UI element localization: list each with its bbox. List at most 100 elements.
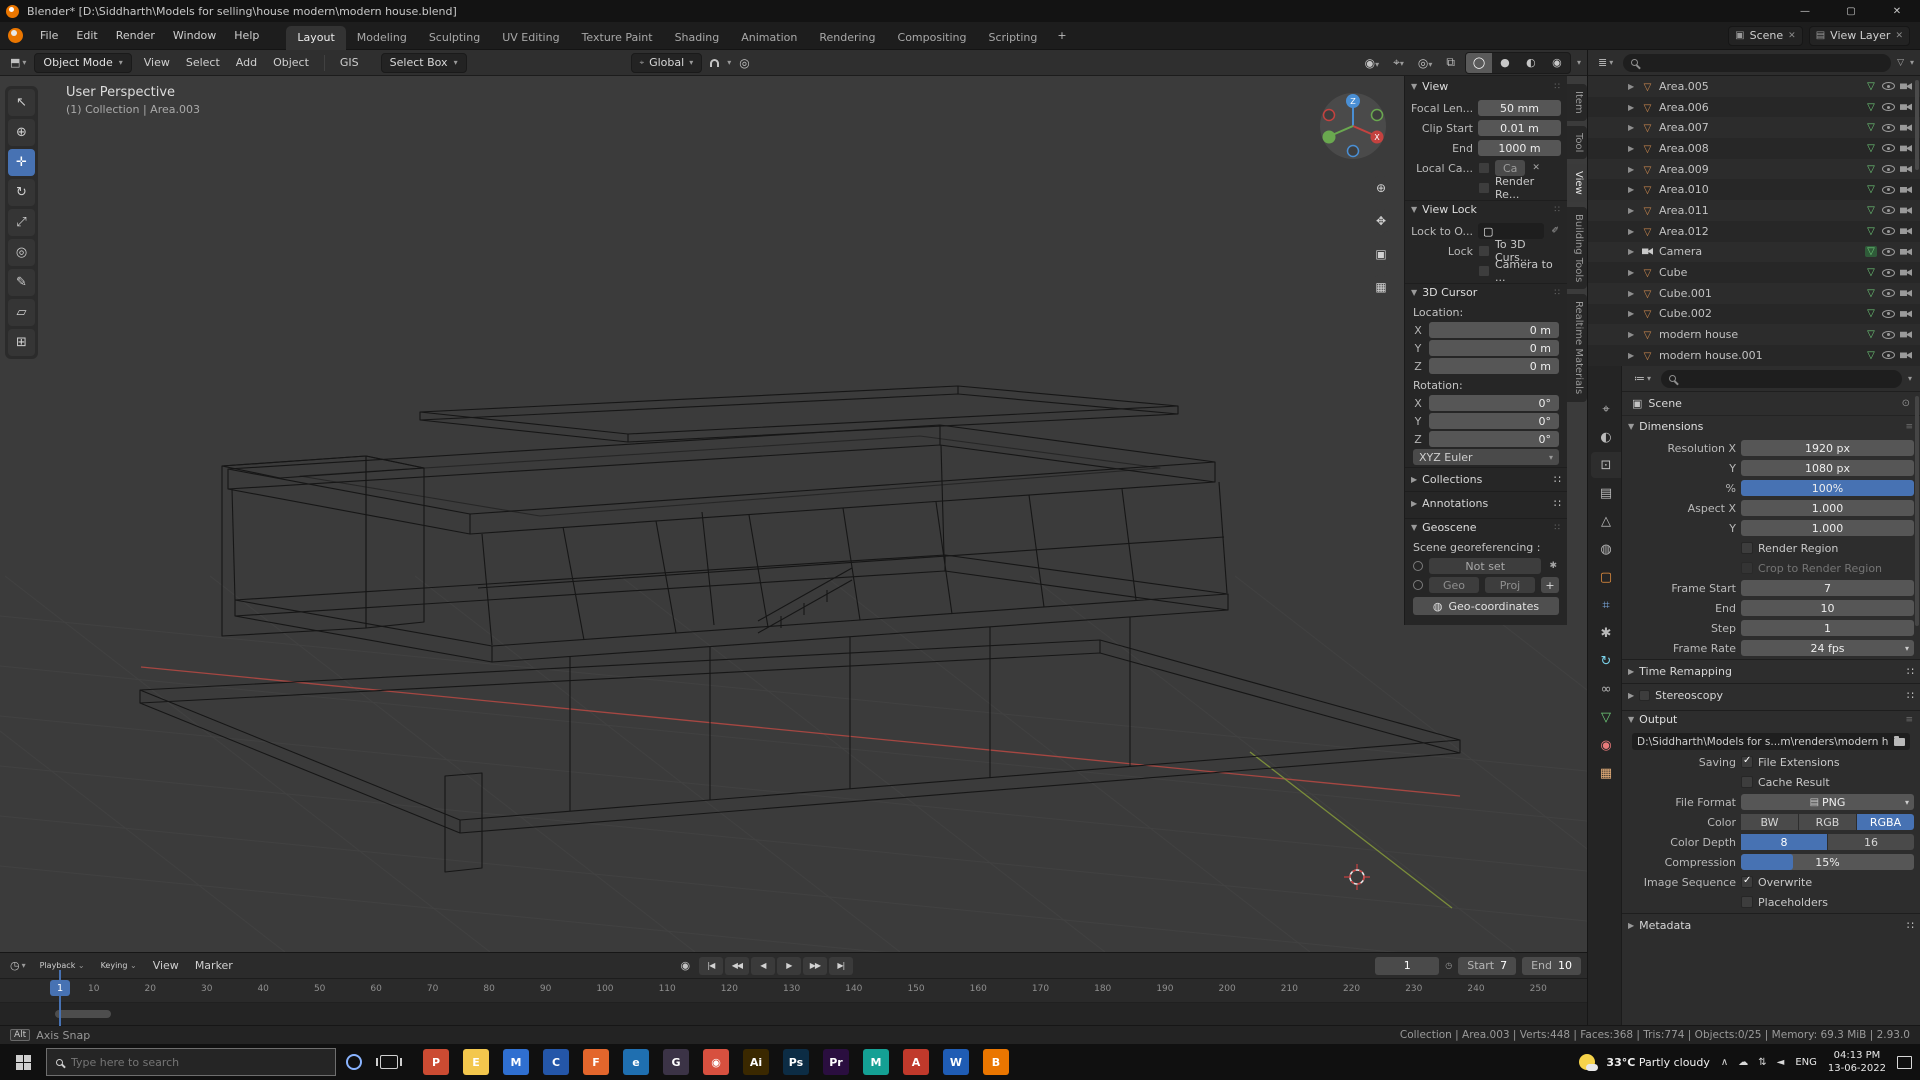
properties-tab[interactable]: △ [1591,508,1621,534]
tool-button[interactable]: ✛ [8,149,35,176]
remove-view-layer-icon[interactable]: ✕ [1895,31,1903,41]
disable-in-render-icon[interactable] [1900,351,1912,359]
tool-button[interactable]: ✎ [8,269,35,296]
xray-toggle-icon[interactable]: ⧉ [1442,55,1459,70]
properties-tab[interactable]: ↻ [1591,648,1621,674]
expand-arrow-icon[interactable]: ▶ [1628,103,1636,112]
proj-radio[interactable] [1413,580,1423,590]
value-field[interactable]: 0.01 m [1478,120,1561,136]
georef-radio[interactable] [1413,561,1423,571]
workspace-tab[interactable]: Modeling [346,26,418,50]
disable-in-render-icon[interactable] [1900,331,1912,338]
properties-tab[interactable]: ⌖ [1591,396,1621,422]
show-overlays-icon[interactable]: ◎▾ [1414,56,1437,70]
gis-menu[interactable]: GIS [332,50,367,76]
color-depth-button[interactable]: 16 [1828,834,1914,850]
camera-field[interactable]: Ca [1495,160,1526,176]
playback-button[interactable]: |◀ [698,956,723,975]
properties-tab[interactable]: ▦ [1591,760,1621,786]
checkbox[interactable] [1741,562,1753,574]
collapsed-section-header[interactable]: ▶ Time Remapping ∷ [1622,659,1920,683]
playback-button[interactable]: ▶▶ [802,956,827,975]
taskbar-app-icon[interactable]: E [463,1049,489,1075]
axis-value-field[interactable]: 0° [1429,431,1559,447]
value-field[interactable]: Crop to Render Region ▾ [1758,560,1914,576]
taskbar-app-icon[interactable]: B [983,1049,1009,1075]
hide-in-viewport-icon[interactable] [1882,82,1895,91]
menu-item[interactable]: File [31,22,67,50]
expand-arrow-icon[interactable]: ▶ [1628,165,1636,174]
object-name[interactable]: modern house [1659,328,1860,341]
editor-type-dropdown[interactable]: ⬒ ▾ [6,56,30,69]
taskbar-app-icon[interactable]: A [903,1049,929,1075]
viewport-nav-button[interactable]: ⊕ [1369,176,1393,200]
expand-arrow-icon[interactable]: ▶ [1628,309,1636,318]
active-tool-dropdown[interactable]: Select Box ▾ [380,52,467,73]
cursor-section-header[interactable]: ▼ 3D Cursor ∷ [1405,283,1567,303]
workspace-tab[interactable]: Shading [664,26,731,50]
blender-logo-icon[interactable] [8,28,23,43]
camera-to-view-checkbox[interactable] [1478,265,1490,277]
viewport-menu-item[interactable]: Select [178,50,228,76]
hide-in-viewport-icon[interactable] [1882,351,1895,360]
render-region-checkbox[interactable] [1478,182,1490,194]
taskbar-app-icon[interactable]: P [423,1049,449,1075]
taskbar-app-icon[interactable]: Pr [823,1049,849,1075]
taskbar-app-icon[interactable]: Ps [783,1049,809,1075]
taskbar-app-icon[interactable]: ◉ [703,1049,729,1075]
show-gizmo-icon[interactable]: ⌖▾ [1389,55,1408,70]
playback-button[interactable]: ▶| [828,956,853,975]
gear-icon[interactable]: ✱ [1547,561,1559,571]
menu-item[interactable]: Window [164,22,225,50]
value-field[interactable]: 1000 m [1478,140,1561,156]
workspace-tab[interactable]: Rendering [808,26,886,50]
tray-icon[interactable]: ⇅ [1758,1057,1766,1068]
disable-in-render-icon[interactable] [1900,207,1912,214]
value-field[interactable]: 1920 px ▾ [1741,440,1914,456]
disable-in-render-icon[interactable] [1900,186,1912,194]
expand-arrow-icon[interactable]: ▶ [1628,227,1636,236]
properties-search[interactable] [1661,369,1902,388]
metadata-section-header[interactable]: ▶ Metadata ∷ [1622,913,1920,937]
minimize-button[interactable]: — [1782,0,1828,22]
axis-value-field[interactable]: 0 m [1429,358,1559,374]
cortana-icon[interactable] [346,1054,362,1070]
viewport-nav-button[interactable]: ▣ [1369,242,1393,266]
viewport-nav-button[interactable]: ▦ [1369,275,1393,299]
hide-in-viewport-icon[interactable] [1882,309,1895,318]
view-lock-section-header[interactable]: ▼ View Lock ∷ [1405,200,1567,220]
expand-arrow-icon[interactable]: ▶ [1628,268,1636,277]
tool-button[interactable]: ⊞ [8,329,35,356]
viewport-menu-item[interactable]: Object [265,50,317,76]
taskbar-app-icon[interactable]: M [503,1049,529,1075]
playback-button[interactable]: ▶ [776,956,801,975]
lock-object-field[interactable]: ▢ [1478,223,1545,239]
visibility-dropdown-icon[interactable]: ◉▾ [1361,56,1384,70]
properties-tab[interactable]: ◐ [1591,424,1621,450]
value-field[interactable]: 1.000 ▾ [1741,520,1914,536]
tool-button[interactable]: ⤢ [8,209,35,236]
hide-in-viewport-icon[interactable] [1882,185,1895,194]
folder-browse-icon[interactable] [1894,735,1905,746]
disable-in-render-icon[interactable] [1900,310,1912,318]
taskbar-app-icon[interactable]: e [623,1049,649,1075]
shading-dropdown-icon[interactable]: ▾ [1577,58,1581,67]
color-mode-button[interactable]: RGB [1799,814,1856,830]
workspace-tab[interactable]: Scripting [977,26,1048,50]
hide-in-viewport-icon[interactable] [1882,103,1895,112]
snap-magnet-icon[interactable] [706,56,723,70]
disable-in-render-icon[interactable] [1900,165,1912,173]
outliner-row[interactable]: ▶ ▽ Area.010 ▽ [1588,179,1920,200]
hide-in-viewport-icon[interactable] [1882,227,1895,236]
timeline-scrollbar[interactable] [55,1010,111,1018]
hide-in-viewport-icon[interactable] [1882,123,1895,132]
rotation-mode-dropdown[interactable]: XYZ Euler ▾ [1413,449,1559,465]
close-button[interactable]: ✕ [1874,0,1920,22]
local-camera-checkbox[interactable] [1478,162,1490,174]
clear-camera-icon[interactable]: ✕ [1530,163,1542,173]
outliner-row[interactable]: ▶ ▽ Area.011 ▽ [1588,200,1920,221]
sidebar-tab[interactable]: Tool [1567,125,1587,160]
value-field[interactable]: 7 ▾ [1741,580,1914,596]
tool-button[interactable]: ↖ [8,89,35,116]
taskbar-app-icon[interactable]: C [543,1049,569,1075]
